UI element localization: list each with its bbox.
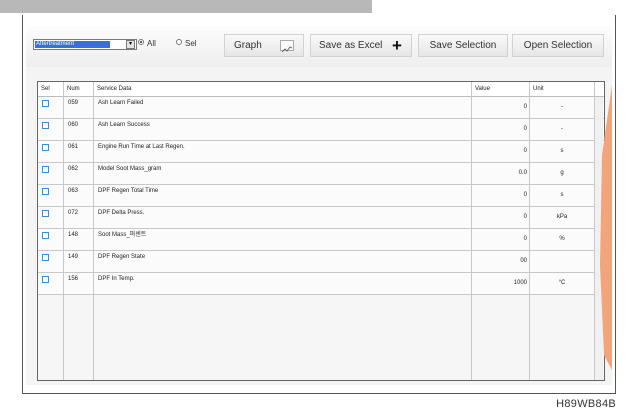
table-row[interactable]: 148 Soot Mass_퍼센트 0% <box>38 229 604 251</box>
num-cell: 061 <box>68 144 79 150</box>
column-divider <box>93 82 94 380</box>
sel-cell <box>38 273 64 294</box>
sel-cell <box>38 251 64 272</box>
plus-icon: + <box>392 36 402 55</box>
radio-all[interactable]: All <box>138 39 156 48</box>
column-divider <box>63 82 64 380</box>
row-checkbox[interactable] <box>42 100 49 107</box>
service-data-cell: DPF Delta Press. <box>98 210 145 216</box>
service-data-cell: DPF In Temp. <box>98 276 135 282</box>
row-checkbox[interactable] <box>42 188 49 195</box>
table-row[interactable]: 149 DPF Regen State 00 <box>38 251 604 273</box>
header-num: Num <box>67 86 80 92</box>
sel-cell <box>38 229 64 250</box>
sel-cell <box>38 97 64 118</box>
sel-cell <box>38 207 64 228</box>
service-data-table: Sel Num Service Data Value Unit 059 Ash L… <box>37 81 605 381</box>
value-cell: 0.0 <box>518 170 527 176</box>
service-data-cell: Engine Run Time at Last Regen. <box>98 144 185 150</box>
row-checkbox[interactable] <box>42 232 49 239</box>
save-as-excel-button[interactable]: Save as Excel + <box>310 34 412 57</box>
window-title-bar <box>0 0 372 13</box>
header-sel: Sel <box>41 86 50 92</box>
num-cell: 072 <box>68 210 79 216</box>
table-row[interactable]: 062 Model Soot Mass_gram 0.0 g <box>38 163 604 185</box>
table-header: Sel Num Service Data Value Unit <box>38 82 604 97</box>
unit-cell: s <box>560 148 564 154</box>
table-row[interactable]: 059 Ash Learn Failed 0 - <box>38 97 604 119</box>
system-filter-dropdown[interactable]: Aftertreatment ▾ <box>33 39 137 50</box>
sel-cell <box>38 185 64 206</box>
service-data-cell: DPF Regen State <box>98 254 146 260</box>
row-checkbox[interactable] <box>42 144 49 151</box>
table-row[interactable]: 061 Engine Run Time at Last Regen. 0 s <box>38 141 604 163</box>
table-row[interactable]: 063 DPF Regen Total Time 0 s <box>38 185 604 207</box>
radio-unselected-icon <box>176 39 182 45</box>
sel-cell <box>38 163 64 184</box>
radio-selected-icon <box>138 39 144 45</box>
figure-code: H89WB84B <box>556 398 616 410</box>
service-data-cell: Model Soot Mass_gram <box>98 166 162 172</box>
service-data-panel: Aftertreatment ▾ All Sel Graph Save as E… <box>26 25 612 385</box>
value-cell: 0 <box>523 104 527 110</box>
unit-cell: g <box>560 170 564 176</box>
num-cell: 059 <box>68 100 79 106</box>
num-cell: 062 <box>68 166 79 172</box>
table-row[interactable]: 060 Ash Learn Success 0 - <box>38 119 604 141</box>
radio-all-label: All <box>147 39 156 48</box>
value-cell: 0 <box>523 148 527 154</box>
service-data-cell: Ash Learn Failed <box>98 100 144 106</box>
service-data-cell: Ash Learn Success <box>98 122 150 128</box>
row-checkbox[interactable] <box>42 276 49 283</box>
unit-cell: - <box>561 126 563 132</box>
table-row[interactable]: 072 DPF Delta Press. 0 kPa <box>38 207 604 229</box>
unit-cell: - <box>561 104 563 110</box>
open-selection-label: Open Selection <box>523 40 593 51</box>
radio-sel[interactable]: Sel <box>176 39 197 48</box>
header-service-data: Service Data <box>97 86 132 92</box>
row-checkbox[interactable] <box>42 122 49 129</box>
row-checkbox[interactable] <box>42 254 49 261</box>
num-cell: 149 <box>68 254 79 260</box>
unit-cell: s <box>560 192 564 198</box>
row-checkbox[interactable] <box>42 166 49 173</box>
open-selection-button[interactable]: Open Selection <box>512 34 604 57</box>
value-cell: 00 <box>520 258 527 264</box>
value-cell: 0 <box>523 126 527 132</box>
decorative-orange-band <box>600 85 612 370</box>
num-cell: 156 <box>68 276 79 282</box>
value-cell: 0 <box>523 192 527 198</box>
toolbar: Aftertreatment ▾ All Sel Graph Save as E… <box>26 25 612 67</box>
header-value: Value <box>475 86 490 92</box>
system-filter-value: Aftertreatment <box>35 41 110 48</box>
row-checkbox[interactable] <box>42 210 49 217</box>
chevron-down-icon[interactable]: ▾ <box>126 40 135 49</box>
service-data-cell: Soot Mass_퍼센트 <box>98 232 147 238</box>
value-cell: 1000 <box>513 280 527 286</box>
num-cell: 060 <box>68 122 79 128</box>
header-unit: Unit <box>533 86 544 92</box>
save-as-excel-label: Save as Excel <box>319 40 383 51</box>
save-selection-button[interactable]: Save Selection <box>418 34 508 57</box>
value-cell: 0 <box>523 214 527 220</box>
unit-cell <box>530 251 594 272</box>
unit-cell: °C <box>558 280 566 286</box>
line-chart-icon <box>280 40 294 53</box>
radio-sel-label: Sel <box>185 39 197 48</box>
unit-cell: kPa <box>556 214 568 220</box>
table-row[interactable]: 156 DPF In Temp. 1000 °C <box>38 273 604 295</box>
graph-button[interactable]: Graph <box>224 34 304 57</box>
sel-cell <box>38 141 64 162</box>
save-selection-label: Save Selection <box>429 40 497 51</box>
service-data-cell: DPF Regen Total Time <box>98 188 159 194</box>
column-divider <box>529 82 530 380</box>
num-cell: 148 <box>68 232 79 238</box>
value-cell: 0 <box>523 236 527 242</box>
num-cell: 063 <box>68 188 79 194</box>
column-divider <box>471 82 472 380</box>
unit-cell: % <box>559 236 565 242</box>
sel-cell <box>38 119 64 140</box>
graph-button-label: Graph <box>234 40 262 51</box>
